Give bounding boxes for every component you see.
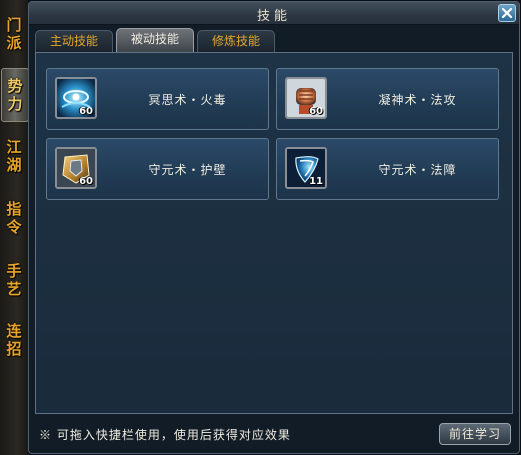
- side-tab-sect[interactable]: 门 派: [1, 6, 27, 62]
- skill-slot[interactable]: 60 凝神术・法攻: [276, 68, 499, 130]
- skill-slot[interactable]: 60 守元术・护壁: [46, 138, 269, 200]
- go-learn-button[interactable]: 前往学习: [439, 423, 511, 445]
- side-tab-craft[interactable]: 手 艺: [1, 252, 27, 308]
- side-tab-char: 门: [6, 16, 22, 34]
- side-tab-char: 指: [6, 200, 22, 218]
- side-tab-char: 势: [7, 77, 23, 95]
- side-tab-force[interactable]: 势 力: [1, 68, 29, 122]
- skill-slot[interactable]: 60 冥思术・火毒: [46, 68, 269, 130]
- skill-level: 60: [309, 106, 323, 117]
- side-tab-char: 招: [6, 340, 22, 358]
- title-bar[interactable]: 技能: [29, 2, 519, 25]
- side-tab-char: 力: [7, 95, 23, 113]
- skill-level: 11: [309, 176, 323, 187]
- skill-level: 60: [79, 106, 93, 117]
- skill-name: 守元术・护壁: [148, 163, 227, 177]
- side-tab-strip: 门 派 势 力 江 湖 指 令 手 艺 连 招: [0, 0, 29, 455]
- tab-passive-skills[interactable]: 被动技能: [116, 28, 194, 53]
- side-tab-char: 手: [6, 262, 22, 280]
- tab-active-skills[interactable]: 主动技能: [35, 30, 113, 52]
- skill-name: 凝神术・法攻: [378, 93, 457, 107]
- side-tab-char: 令: [6, 218, 22, 236]
- skill-level: 60: [79, 176, 93, 187]
- skill-icon-frame[interactable]: 60: [285, 77, 327, 119]
- side-tab-command[interactable]: 指 令: [1, 190, 27, 246]
- side-tab-combo[interactable]: 连 招: [1, 312, 27, 368]
- side-tab-char: 连: [6, 322, 22, 340]
- window-title: 技能: [256, 9, 291, 24]
- side-tab-char: 艺: [6, 280, 22, 298]
- side-tab-char: 湖: [6, 156, 22, 174]
- skill-icon-frame[interactable]: 60: [55, 77, 97, 119]
- skill-name: 冥思术・火毒: [148, 93, 227, 107]
- skills-window: 技能 主动技能 被动技能 修炼技能 60 冥思术・火毒 60 凝神术・法攻 60…: [28, 1, 520, 454]
- skill-slot[interactable]: 11 守元术・法障: [276, 138, 499, 200]
- usage-tip: ※ 可拖入快捷栏使用，使用后获得对应效果: [39, 428, 291, 442]
- skill-name: 守元术・法障: [378, 163, 457, 177]
- skill-icon-frame[interactable]: 60: [55, 147, 97, 189]
- close-button[interactable]: [498, 4, 516, 22]
- close-x-icon: [501, 7, 513, 19]
- side-tab-char: 派: [6, 34, 22, 52]
- side-tab-char: 江: [6, 138, 22, 156]
- skill-icon-frame[interactable]: 11: [285, 147, 327, 189]
- tab-cultivation-skills[interactable]: 修炼技能: [197, 30, 275, 52]
- skill-tab-bar: 主动技能 被动技能 修炼技能: [35, 28, 515, 53]
- skill-panel: 60 冥思术・火毒 60 凝神术・法攻 60 守元术・护壁 11 守元术・法障: [35, 52, 513, 414]
- side-tab-jianghu[interactable]: 江 湖: [1, 128, 27, 184]
